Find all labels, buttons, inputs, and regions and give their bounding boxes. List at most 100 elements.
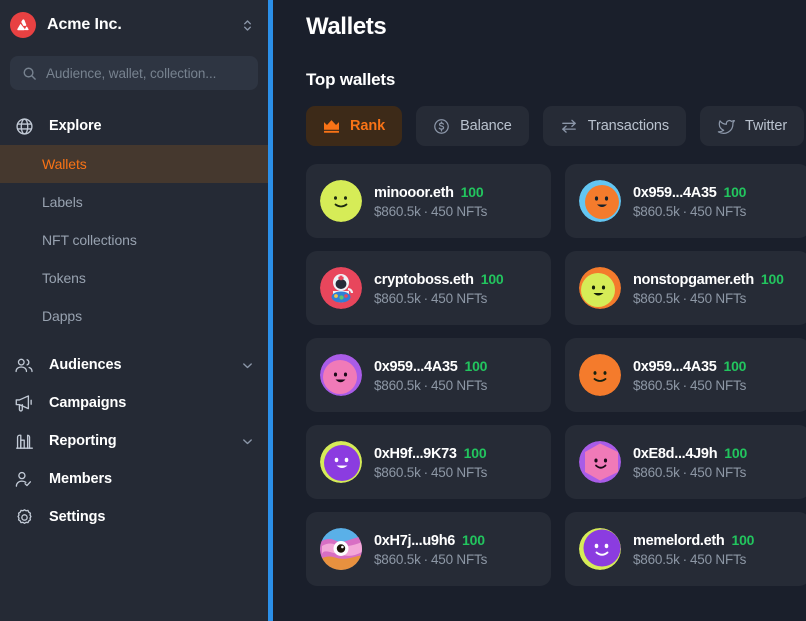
wallet-card[interactable]: minooor.eth 100 $860.5k · 450 NFTs: [306, 164, 551, 238]
wallet-balance: $860.5k: [374, 464, 421, 480]
search-input[interactable]: Audience, wallet, collection...: [10, 56, 258, 90]
avatar: [579, 180, 621, 222]
sidebar-item-explore[interactable]: Explore: [0, 107, 268, 145]
wallet-info: 0x959...4A35 100 $860.5k · 450 NFTs: [633, 358, 746, 393]
tab-balance[interactable]: Balance: [416, 106, 529, 146]
wallet-info: minooor.eth 100 $860.5k · 450 NFTs: [374, 184, 487, 219]
avatar: [579, 441, 621, 483]
wallet-score: 100: [460, 183, 484, 200]
chevron-down-icon[interactable]: [241, 435, 254, 448]
sidebar: Acme Inc. Audience, wallet, collection..…: [0, 0, 268, 621]
wallet-card[interactable]: 0xH7j...u9h6 100 $860.5k · 450 NFTs: [306, 512, 551, 586]
wallet-secondary-line: $860.5k · 450 NFTs: [633, 378, 746, 393]
wallet-info: 0xH7j...u9h6 100 $860.5k · 450 NFTs: [374, 532, 487, 567]
wallet-nfts: 450 NFTs: [689, 377, 747, 393]
wallet-primary-line: minooor.eth 100: [374, 184, 487, 201]
wallet-secondary-line: $860.5k · 450 NFTs: [374, 291, 504, 306]
wallet-primary-line: 0xH7j...u9h6 100: [374, 532, 487, 549]
sidebar-subitem-label: Dapps: [42, 308, 82, 324]
wallet-nfts: 450 NFTs: [430, 551, 488, 567]
wallet-secondary-line: $860.5k · 450 NFTs: [633, 204, 746, 219]
tab-twitter[interactable]: Twitter: [700, 106, 805, 146]
section-title: Top wallets: [306, 70, 396, 89]
wallet-primary-line: 0xE8d...4J9h 100: [633, 445, 747, 462]
wallet-card[interactable]: 0x959...4A35 100 $860.5k · 450 NFTs: [565, 164, 806, 238]
org-name: Acme Inc.: [47, 16, 122, 33]
search-container: Audience, wallet, collection...: [0, 50, 268, 90]
separator: ·: [423, 464, 429, 480]
wallet-card[interactable]: 0xE8d...4J9h 100 $860.5k · 450 NFTs: [565, 425, 806, 499]
wallet-score: 100: [731, 531, 755, 548]
avatar: [579, 354, 621, 396]
wallet-name: 0xH7j...u9h6: [374, 532, 456, 549]
sidebar-item-campaigns[interactable]: Campaigns: [0, 384, 268, 422]
wallet-balance: $860.5k: [374, 290, 421, 306]
wallet-name: 0x959...4A35: [374, 358, 458, 375]
main-content: Wallets Top wallets Rank Balance Transac…: [273, 0, 806, 621]
wallet-name: minooor.eth: [374, 184, 454, 201]
wallet-secondary-line: $860.5k · 450 NFTs: [633, 552, 754, 567]
wallet-score: 100: [463, 444, 487, 461]
wallet-info: 0xE8d...4J9h 100 $860.5k · 450 NFTs: [633, 445, 747, 480]
sidebar-item-tokens[interactable]: Tokens: [0, 259, 268, 297]
wallet-score: 100: [480, 270, 504, 287]
wallet-balance: $860.5k: [374, 377, 421, 393]
wallet-card[interactable]: 0xH9f...9K73 100 $860.5k · 450 NFTs: [306, 425, 551, 499]
sort-tabs: Rank Balance Transactions Twitter: [306, 106, 806, 146]
avalanche-logo-icon: [10, 12, 36, 38]
avatar: [320, 528, 362, 570]
wallet-primary-line: 0x959...4A35 100: [633, 358, 746, 375]
user-check-icon: [13, 470, 35, 489]
wallet-name: nonstopgamer.eth: [633, 271, 754, 288]
sidebar-item-audiences[interactable]: Audiences: [0, 346, 268, 384]
wallet-score: 100: [723, 183, 747, 200]
wallet-nfts: 450 NFTs: [689, 464, 747, 480]
wallet-name: cryptoboss.eth: [374, 271, 474, 288]
wallet-secondary-line: $860.5k · 450 NFTs: [374, 465, 487, 480]
wallet-balance: $860.5k: [633, 203, 680, 219]
wallet-score: 100: [462, 531, 485, 548]
wallet-nfts: 450 NFTs: [689, 290, 747, 306]
wallet-secondary-line: $860.5k · 450 NFTs: [374, 552, 487, 567]
wallet-card[interactable]: memelord.eth 100 $860.5k · 450 NFTs: [565, 512, 806, 586]
avatar: [320, 441, 362, 483]
sidebar-item-dapps[interactable]: Dapps: [0, 297, 268, 335]
sidebar-item-members[interactable]: Members: [0, 460, 268, 498]
twitter-bird-icon: [717, 118, 736, 134]
wallet-primary-line: cryptoboss.eth 100: [374, 271, 504, 288]
chevron-up-down-icon[interactable]: [241, 18, 254, 33]
separator: ·: [423, 203, 429, 219]
avatar: [320, 267, 362, 309]
tab-transactions[interactable]: Transactions: [542, 106, 687, 146]
chevron-down-icon[interactable]: [241, 359, 254, 372]
wallet-card[interactable]: 0x959...4A35 100 $860.5k · 450 NFTs: [306, 338, 551, 412]
separator: ·: [682, 551, 688, 567]
wallet-card[interactable]: nonstopgamer.eth 100 $860.5k · 450 NFTs: [565, 251, 806, 325]
wallet-card[interactable]: 0x959...4A35 100 $860.5k · 450 NFTs: [565, 338, 806, 412]
wallet-info: 0x959...4A35 100 $860.5k · 450 NFTs: [633, 184, 746, 219]
wallet-nfts: 450 NFTs: [689, 551, 747, 567]
wallet-grid: minooor.eth 100 $860.5k · 450 NFTs 0x959..…: [306, 164, 806, 586]
sidebar-item-label: Members: [49, 471, 112, 487]
page-title: Wallets: [306, 13, 387, 40]
tab-rank[interactable]: Rank: [306, 106, 403, 146]
sidebar-item-settings[interactable]: Settings: [0, 498, 268, 536]
sidebar-item-label: Reporting: [49, 433, 117, 449]
sidebar-item-labels[interactable]: Labels: [0, 183, 268, 221]
avatar: [579, 267, 621, 309]
sidebar-item-nft-collections[interactable]: NFT collections: [0, 221, 268, 259]
wallet-score: 100: [724, 444, 748, 461]
wallet-balance: $860.5k: [633, 377, 680, 393]
wallet-primary-line: 0xH9f...9K73 100: [374, 445, 487, 462]
wallet-name: 0x959...4A35: [633, 358, 717, 375]
sidebar-item-wallets[interactable]: Wallets: [0, 145, 268, 183]
sidebar-item-label: Campaigns: [49, 395, 127, 411]
app-root: Acme Inc. Audience, wallet, collection..…: [0, 0, 806, 621]
wallet-nfts: 450 NFTs: [430, 290, 488, 306]
sidebar-item-reporting[interactable]: Reporting: [0, 422, 268, 460]
wallet-primary-line: nonstopgamer.eth 100: [633, 271, 784, 288]
org-switcher[interactable]: Acme Inc.: [0, 0, 268, 50]
wallet-card[interactable]: cryptoboss.eth 100 $860.5k · 450 NFTs: [306, 251, 551, 325]
wallet-primary-line: memelord.eth 100: [633, 532, 754, 549]
